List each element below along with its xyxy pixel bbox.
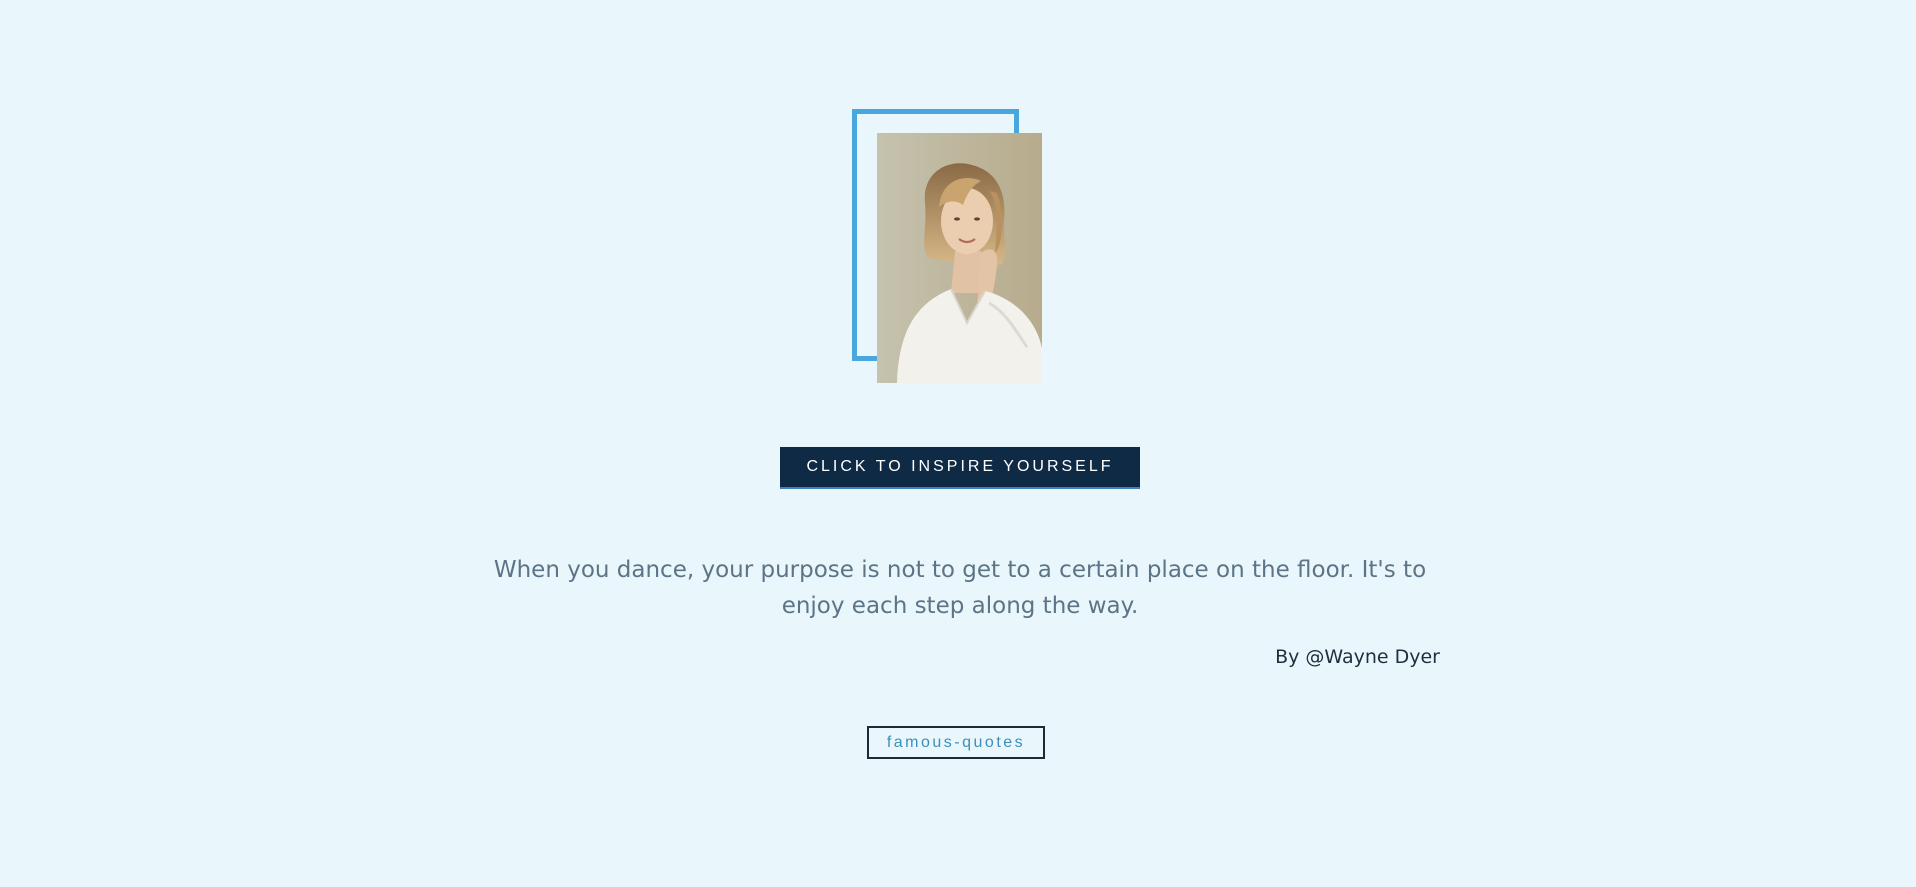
quote-tag-button[interactable]: famous-quotes: [867, 726, 1045, 759]
page: CLICK TO INSPIRE YOURSELF When you dance…: [0, 0, 1916, 887]
hero-photo-group: [852, 109, 1042, 383]
portrait-photo: [877, 133, 1042, 383]
portrait-illustration: [877, 133, 1042, 383]
quote-text: When you dance, your purpose is not to g…: [493, 557, 1427, 619]
quote-author: By @Wayne Dyer: [1275, 646, 1440, 668]
inspire-button[interactable]: CLICK TO INSPIRE YOURSELF: [780, 447, 1140, 489]
